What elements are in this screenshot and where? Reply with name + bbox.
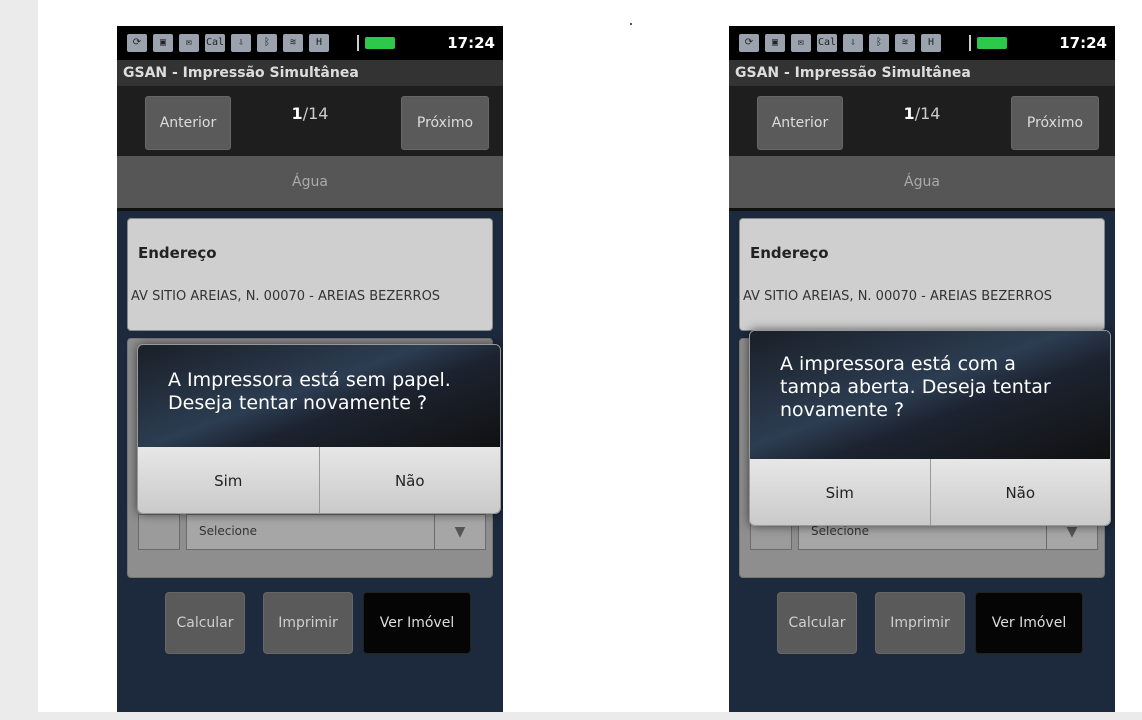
nav-bar: Anterior 1/14 Próximo <box>117 86 503 156</box>
divider <box>117 208 503 211</box>
bluetooth-icon: ᛒ <box>869 34 889 52</box>
dialog-message: A Impressora está sem papel. Deseja tent… <box>138 345 500 447</box>
bluetooth-icon: ᛒ <box>257 34 277 52</box>
vibrate-icon: ≋ <box>895 34 915 52</box>
app-title: GSAN - Impressão Simultânea <box>117 60 503 86</box>
address-value: AV SITIO AREIAS, N. 00070 - AREIAS BEZER… <box>131 289 441 304</box>
dialog-line: Deseja tentar novamente ? <box>168 392 428 414</box>
select-row: Selecione ▼ <box>138 514 490 550</box>
address-card: Endereço AV SITIO AREIAS, N. 00070 - ARE… <box>739 218 1105 331</box>
status-time: 17:24 <box>447 34 495 52</box>
divider <box>729 208 1115 211</box>
nao-button[interactable]: Não <box>318 447 501 513</box>
address-title: Endereço <box>750 244 829 262</box>
address-value: AV SITIO AREIAS, N. 00070 - AREIAS BEZER… <box>743 289 1053 304</box>
battery-icon <box>365 37 395 49</box>
sync-icon: ⟳ <box>127 34 147 52</box>
app-title: GSAN - Impressão Simultânea <box>729 60 1115 86</box>
mail-icon: ✉ <box>179 34 199 52</box>
calcular-button[interactable]: Calcular <box>777 592 857 654</box>
chevron-down-icon: ▼ <box>434 515 485 549</box>
sim-button[interactable]: Sim <box>138 447 319 513</box>
sync-icon: ⟳ <box>739 34 759 52</box>
tab-agua[interactable]: Água <box>117 156 503 208</box>
next-button[interactable]: Próximo <box>1011 96 1099 150</box>
counter-current: 1 <box>291 104 303 123</box>
signal-icon <box>947 35 971 51</box>
ver-imovel-button[interactable]: Ver Imóvel <box>363 592 471 654</box>
counter-total: /14 <box>914 104 941 123</box>
tab-agua[interactable]: Água <box>729 156 1115 208</box>
dialog-buttons: Sim Não <box>138 447 501 513</box>
calcular-button[interactable]: Calcular <box>165 592 245 654</box>
battery-icon <box>977 37 1007 49</box>
dialog-line: A impressora está com a <box>780 353 1016 375</box>
usb-icon: ⇩ <box>843 34 863 52</box>
imprimir-button[interactable]: Imprimir <box>263 592 353 654</box>
calendar-icon: Cal <box>817 34 837 52</box>
dialog-buttons: Sim Não <box>750 459 1111 525</box>
status-time: 17:24 <box>1059 34 1107 52</box>
usb-icon: ⇩ <box>231 34 251 52</box>
sim-button[interactable]: Sim <box>750 459 930 525</box>
lid-open-dialog: A impressora está com a tampa aberta. De… <box>749 330 1111 526</box>
phone-right: ⟳ ▣ ✉ Cal ⇩ ᛒ ≋ H 17:24 GSAN - Impressão… <box>729 26 1115 712</box>
select-dropdown[interactable]: Selecione ▼ <box>186 514 486 550</box>
ver-imovel-button[interactable]: Ver Imóvel <box>975 592 1083 654</box>
vibrate-icon: ≋ <box>283 34 303 52</box>
image-icon: ▣ <box>765 34 785 52</box>
counter-current: 1 <box>903 104 915 123</box>
nav-bar: Anterior 1/14 Próximo <box>729 86 1115 156</box>
frame-left-border <box>0 0 38 720</box>
address-card: Endereço AV SITIO AREIAS, N. 00070 - ARE… <box>127 218 493 331</box>
h-icon: H <box>309 34 329 52</box>
signal-icon <box>335 35 359 51</box>
image-icon: ▣ <box>153 34 173 52</box>
checkbox[interactable] <box>138 514 180 550</box>
imprimir-button[interactable]: Imprimir <box>875 592 965 654</box>
mail-icon: ✉ <box>791 34 811 52</box>
dialog-line: tampa aberta. Deseja tentar <box>780 376 1051 398</box>
select-label: Selecione <box>811 524 869 538</box>
dialog-line: novamente ? <box>780 399 905 421</box>
phone-left: ⟳ ▣ ✉ Cal ⇩ ᛒ ≋ H 17:24 GSAN - Impressão… <box>117 26 503 712</box>
address-title: Endereço <box>138 244 217 262</box>
select-label: Selecione <box>199 524 257 538</box>
status-bar: ⟳ ▣ ✉ Cal ⇩ ᛒ ≋ H 17:24 <box>729 26 1115 60</box>
stray-dot <box>630 23 632 25</box>
nao-button[interactable]: Não <box>929 459 1111 525</box>
frame-bottom-border <box>0 712 1142 720</box>
dialog-line: A Impressora está sem papel. <box>168 369 451 391</box>
paper-error-dialog: A Impressora está sem papel. Deseja tent… <box>137 344 501 514</box>
next-button[interactable]: Próximo <box>401 96 489 150</box>
dialog-message: A impressora está com a tampa aberta. De… <box>750 331 1110 459</box>
h-icon: H <box>921 34 941 52</box>
calendar-icon: Cal <box>205 34 225 52</box>
status-bar: ⟳ ▣ ✉ Cal ⇩ ᛒ ≋ H 17:24 <box>117 26 503 60</box>
counter-total: /14 <box>302 104 329 123</box>
